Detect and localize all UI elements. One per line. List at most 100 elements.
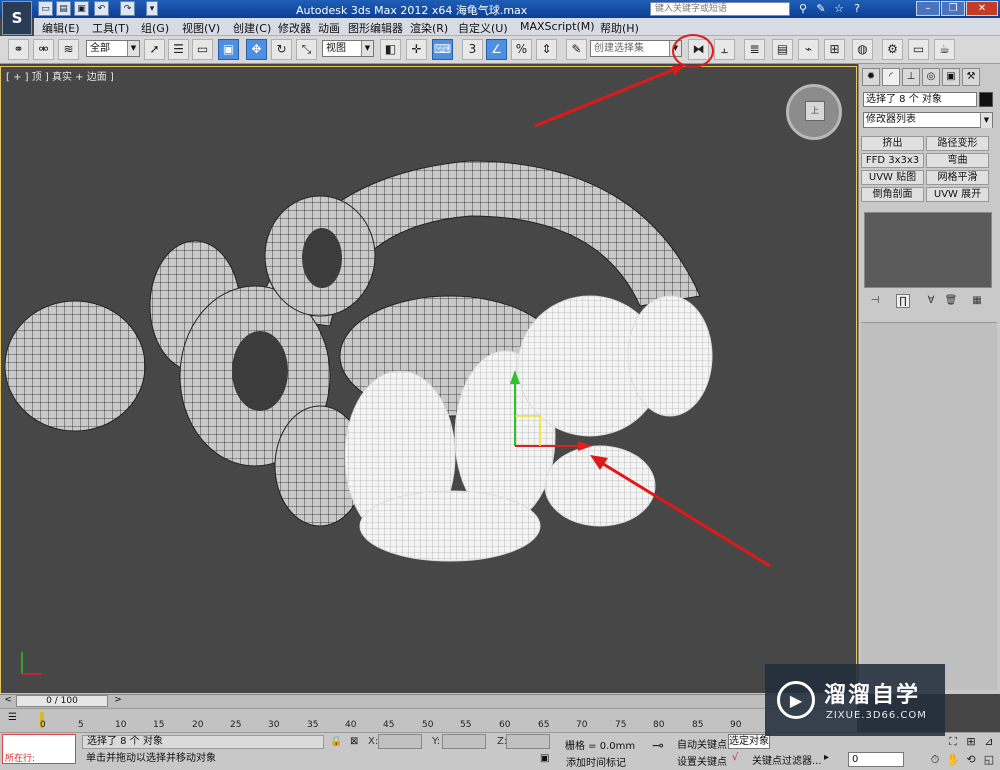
next-frame-icon[interactable]: > <box>112 695 124 707</box>
viewcube-face[interactable]: 上 <box>805 101 825 121</box>
tools-icon[interactable]: ✎ <box>814 2 828 16</box>
x-coord-field[interactable] <box>378 734 422 749</box>
z-coord-field[interactable] <box>506 734 550 749</box>
rect-region-icon[interactable]: ▭ <box>192 39 213 60</box>
remove-modifier-icon[interactable]: 🗑 <box>944 294 958 308</box>
configure-sets-icon[interactable]: ▦ <box>970 294 984 308</box>
graphite-icon[interactable]: ▤ <box>772 39 793 60</box>
modifier-path-deform-button[interactable]: 路径变形 <box>926 136 989 151</box>
schematic-icon[interactable]: ⊞ <box>824 39 845 60</box>
render-icon[interactable]: ☕ <box>934 39 955 60</box>
spinner-snap-icon[interactable]: ⇕ <box>536 39 557 60</box>
quick-access-dropdown-icon[interactable]: ▾ <box>146 1 158 16</box>
pin-stack-icon[interactable]: ⊣ <box>868 294 882 308</box>
motion-tab[interactable]: ◎ <box>922 68 940 86</box>
menu-group[interactable]: 组(G) <box>141 20 169 36</box>
modifier-bevel-profile-button[interactable]: 倒角剖面 <box>861 187 924 202</box>
select-manipulate-icon[interactable]: ✛ <box>406 39 427 60</box>
named-selection-set-dropdown[interactable]: 创建选择集 ▼ <box>590 40 682 57</box>
favorites-icon[interactable]: ☆ <box>832 2 846 16</box>
keyboard-shortcut-icon[interactable]: ⌨ <box>432 39 453 60</box>
set-key-icon[interactable]: ⊸ <box>646 738 670 758</box>
time-tag-icon[interactable]: ▣ <box>540 753 549 764</box>
prev-frame-icon[interactable]: < <box>2 695 14 707</box>
percent-snap-icon[interactable]: % <box>511 39 532 60</box>
align-icon[interactable]: ⫠ <box>714 39 735 60</box>
menu-animation[interactable]: 动画 <box>318 20 340 36</box>
save-file-icon[interactable]: ▣ <box>74 1 89 16</box>
close-button[interactable]: ✕ <box>966 1 998 16</box>
selected-filter-dropdown[interactable]: 选定对象 <box>728 734 770 749</box>
menu-customize[interactable]: 自定义(U) <box>458 20 508 36</box>
viewport-label[interactable]: [ + ] 顶 ] 真实 + 边面 ] <box>6 68 114 83</box>
set-key-button[interactable]: 设置关键点 <box>677 753 727 768</box>
menu-tools[interactable]: 工具(T) <box>92 20 129 36</box>
modifier-stack[interactable] <box>864 212 992 288</box>
render-frame-icon[interactable]: ▭ <box>908 39 929 60</box>
bind-space-warp-icon[interactable]: ≋ <box>58 39 79 60</box>
layer-manager-icon[interactable]: ≣ <box>744 39 765 60</box>
y-coord-field[interactable] <box>442 734 486 749</box>
auto-key-button[interactable]: 自动关键点 <box>677 736 727 751</box>
help-icon[interactable]: ? <box>850 2 864 16</box>
menu-views[interactable]: 视图(V) <box>182 20 220 36</box>
time-slider[interactable]: 0 / 100 <box>16 695 108 707</box>
binoculars-icon[interactable]: ⚲ <box>796 2 810 16</box>
material-editor-icon[interactable]: ◍ <box>852 39 873 60</box>
modifier-uvw-unwrap-button[interactable]: UVW 展开 <box>926 187 989 202</box>
maxscript-listener[interactable]: 所在行: <box>2 734 76 764</box>
modifier-meshsmooth-button[interactable]: 网格平滑 <box>926 170 989 185</box>
minimize-button[interactable]: – <box>916 1 940 16</box>
menu-modifiers[interactable]: 修改器 <box>278 20 311 36</box>
lock-icon[interactable]: 🔒 <box>330 736 342 747</box>
object-color-swatch[interactable] <box>979 92 993 107</box>
selection-filter-dropdown[interactable]: 全部 ▼ <box>86 40 140 57</box>
select-rotate-icon[interactable]: ↻ <box>271 39 292 60</box>
app-logo-button[interactable]: S <box>2 1 32 35</box>
restore-button[interactable]: ❐ <box>941 1 965 16</box>
menu-edit[interactable]: 编辑(E) <box>42 20 80 36</box>
modify-tab[interactable]: ◜ <box>882 68 900 86</box>
angle-snap-icon[interactable]: ∠ <box>486 39 507 60</box>
menu-rendering[interactable]: 渲染(R) <box>410 20 448 36</box>
select-object-icon[interactable]: ➚ <box>144 39 165 60</box>
modifier-extrude-button[interactable]: 挤出 <box>861 136 924 151</box>
make-unique-icon[interactable]: ∀ <box>924 294 938 308</box>
utilities-tab[interactable]: ⚒ <box>962 68 980 86</box>
key-filters-button[interactable]: 关键点过滤器... <box>752 752 822 767</box>
select-by-name-icon[interactable]: ☰ <box>168 39 189 60</box>
render-setup-icon[interactable]: ⚙ <box>882 39 903 60</box>
show-end-result-icon[interactable]: ∏ <box>896 294 910 308</box>
hierarchy-tab[interactable]: ⊥ <box>902 68 920 86</box>
help-search-input[interactable]: 键入关键字或短语 <box>650 2 790 16</box>
unlink-icon[interactable]: ⚮ <box>33 39 54 60</box>
undo-icon[interactable]: ↶ <box>94 1 109 16</box>
key-mode-icon[interactable]: ▸ <box>824 752 829 763</box>
time-config-icon[interactable]: ⏱ <box>927 752 943 768</box>
zoom-extents-icon[interactable]: ⛶ <box>945 734 961 750</box>
edit-named-sel-icon[interactable]: ✎ <box>566 39 587 60</box>
curve-editor-icon[interactable]: ⌁ <box>798 39 819 60</box>
link-icon[interactable]: ⚭ <box>8 39 29 60</box>
zoom-extents-all-icon[interactable]: ⊞ <box>963 734 979 750</box>
select-scale-icon[interactable]: ⤡ <box>296 39 317 60</box>
menu-maxscript[interactable]: MAXScript(M) <box>520 20 595 33</box>
open-file-icon[interactable]: ▤ <box>56 1 71 16</box>
current-frame-field[interactable]: 0 <box>848 752 904 767</box>
menu-graph-editors[interactable]: 图形编辑器 <box>348 20 403 36</box>
pan-icon[interactable]: ✋ <box>945 752 961 768</box>
selection-name-field[interactable]: 选择了 8 个 对象 <box>863 92 977 107</box>
modifier-list-dropdown[interactable]: 修改器列表 ▼ <box>863 112 993 128</box>
redo-icon[interactable]: ↷ <box>120 1 135 16</box>
maximize-viewport-icon[interactable]: ◱ <box>981 752 997 768</box>
menu-help[interactable]: 帮助(H) <box>600 20 639 36</box>
absolute-mode-icon[interactable]: ⊠ <box>350 736 358 747</box>
menu-create[interactable]: 创建(C) <box>233 20 271 36</box>
perspective-viewport[interactable] <box>0 66 857 694</box>
field-of-view-icon[interactable]: ⊿ <box>981 734 997 750</box>
snap-3-icon[interactable]: 3 <box>462 39 483 60</box>
modifier-ffd-button[interactable]: FFD 3x3x3 <box>861 153 924 168</box>
display-tab[interactable]: ▣ <box>942 68 960 86</box>
modifier-uvw-map-button[interactable]: UVW 贴图 <box>861 170 924 185</box>
new-file-icon[interactable]: ▭ <box>38 1 53 16</box>
